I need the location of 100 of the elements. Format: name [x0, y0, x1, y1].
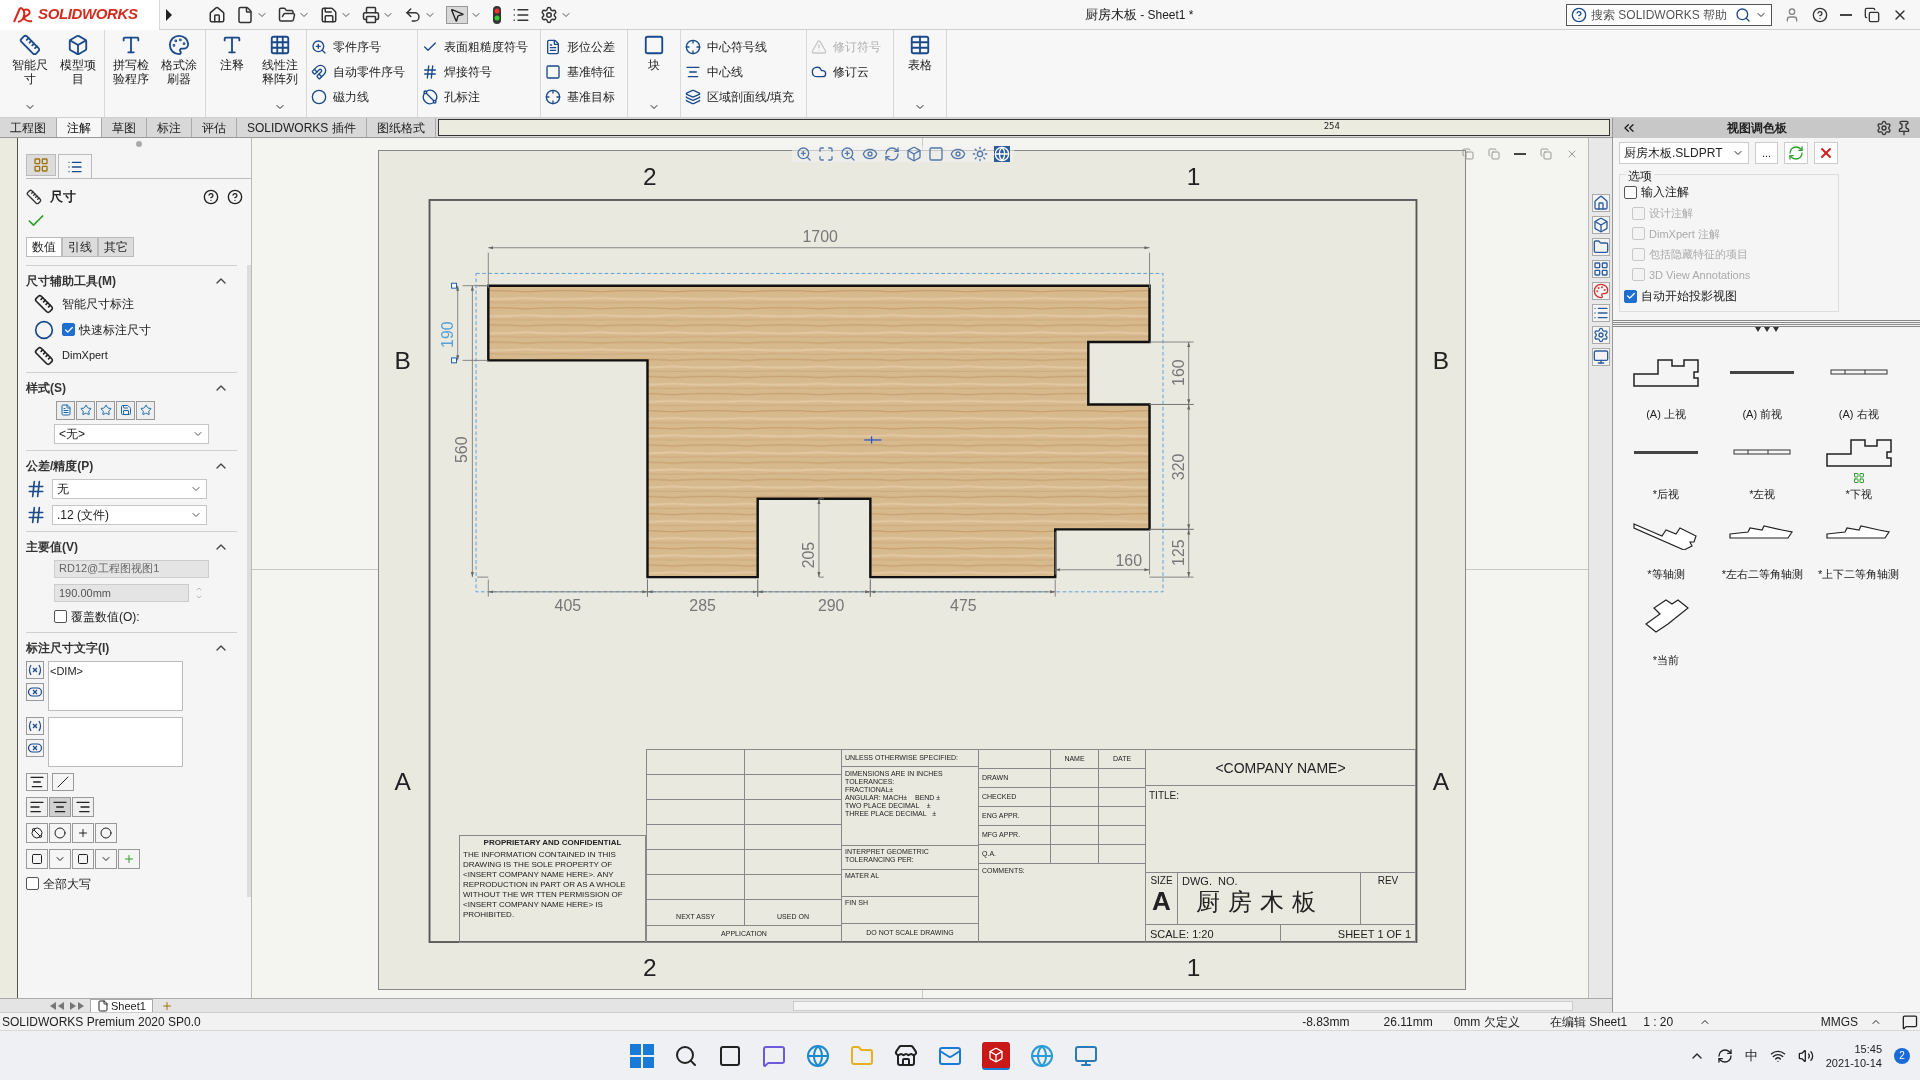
section-heading: 样式(S)	[26, 379, 66, 397]
view-label[interactable]: (A) 前视	[1742, 406, 1783, 422]
ribbon-button[interactable]: 中心符号线	[685, 36, 795, 57]
checkbox-label: 3D View Annotations	[1649, 267, 1751, 283]
dimension-value: 160	[1169, 359, 1187, 386]
units-status: MMGS	[1820, 1013, 1860, 1031]
proprietary-notice: THE INFORMATION CONTAINED IN THIS DRAWING IS THE SOLE PROPERTY OF <INSERT COMPANY NAME HERE>. ANY REPRODUCTION IN PART OR AS A WHOLE WITHOUT THE WR TTEN PERMISSION OF <INSERT COMPANY NAME HERE> IS PROHIBITED.	[463, 850, 627, 920]
checkbox-label: 输入注解	[1641, 184, 1689, 201]
z-coordinate: 0mm	[1452, 1013, 1481, 1031]
definition-status: 欠定义	[1483, 1013, 1522, 1031]
view-label[interactable]: *左右二等角轴测	[1721, 566, 1803, 582]
dimension-value: 475	[950, 597, 977, 615]
checkbox-label: 全部大写	[43, 875, 91, 893]
ribbon-button[interactable]: 零件序号	[311, 36, 405, 57]
dimension-value: 160	[1115, 552, 1142, 570]
ribbon-button[interactable]: 磁力线	[311, 86, 405, 107]
dimension-value: 190	[438, 321, 456, 348]
dimension-value: 320	[1169, 453, 1187, 481]
checkbox-label: 快速标注尺寸	[79, 321, 151, 339]
precision-dropdown[interactable]: .12 (文件)	[52, 504, 207, 525]
ribbon-button[interactable]: 模型项目	[56, 34, 100, 117]
dimension-text-field[interactable]: <DIM>	[48, 660, 183, 711]
ribbon-button[interactable]: 注释	[210, 34, 254, 117]
dimxpert-button[interactable]: DimXpert	[34, 345, 237, 366]
ribbon-button[interactable]: 智能尺寸	[8, 34, 52, 117]
ribbon-button[interactable]: 基准特征	[545, 61, 615, 82]
dimension-value: 405	[554, 597, 582, 615]
ribbon-button[interactable]: 块	[632, 34, 676, 117]
view-label[interactable]: *等轴测	[1647, 566, 1685, 582]
tolerance-dropdown[interactable]: 无	[52, 478, 207, 499]
input-method-indicator[interactable]: 中	[1744, 1045, 1758, 1066]
dimension-name-field[interactable]: RD12@工程图视图1	[54, 559, 209, 578]
ribbon-button[interactable]: 线性注释阵列	[258, 34, 302, 117]
x-coordinate: -8.83mm	[1301, 1013, 1350, 1031]
panel-title: 尺寸	[50, 188, 76, 206]
view-label[interactable]: (A) 上视	[1646, 406, 1686, 422]
smart-dimension-button[interactable]: 智能尺寸标注	[34, 293, 237, 314]
drawing-number: 厨房木板	[1195, 887, 1325, 917]
group-label: 选项	[1626, 167, 1654, 185]
zone-label: 1	[1186, 163, 1201, 191]
section-heading: 标注尺寸文字(I)	[26, 639, 110, 657]
ribbon-button[interactable]: 修订云	[811, 61, 882, 82]
status-text: SOLIDWORKS Premium 2020 SP0.0	[2, 1013, 202, 1031]
ribbon-button[interactable]: 区域剖面线/填充	[685, 86, 795, 107]
app-logo[interactable]: SOLIDWORKS	[0, 0, 160, 30]
panel-title: 视图调色板	[1725, 120, 1788, 137]
checkbox-label: DimXpert 注解	[1649, 226, 1720, 242]
ribbon-button[interactable]: 焊接符号	[422, 61, 528, 82]
zone-label: A	[1432, 768, 1450, 796]
title-block-cell: SHEET 1 OF 1	[1281, 925, 1416, 943]
dimension-value: 560	[453, 436, 471, 464]
zone-label: 2	[643, 954, 657, 982]
dimension-value: 125	[1169, 539, 1187, 566]
style-dropdown[interactable]: <无>	[54, 423, 209, 444]
ribbon-button[interactable]: 基准目标	[545, 86, 615, 107]
title-block-cell: TITLE:	[1146, 786, 1416, 873]
ribbon-button[interactable]: 格式涂刷器	[157, 34, 201, 117]
zone-label: B	[1432, 346, 1450, 374]
ribbon-button[interactable]: 表格	[898, 34, 943, 117]
size-label: SIZE	[1150, 875, 1173, 887]
checkbox-label: 包括隐藏特征的项目	[1649, 247, 1748, 262]
ruler-label: 254	[1323, 120, 1340, 133]
ribbon-button[interactable]: 孔标注	[422, 86, 528, 107]
ribbon-button[interactable]: 中心线	[685, 61, 795, 82]
dimension-value: 205	[800, 541, 817, 569]
sheet-tab[interactable]: Sheet1	[90, 998, 153, 1013]
clock-time[interactable]: 15:45	[1854, 1041, 1882, 1056]
dimension-value-field[interactable]: 190.00mm	[54, 583, 189, 602]
company-name: <COMPANY NAME>	[1146, 750, 1416, 786]
file-dropdown[interactable]: 厨房木板.SLDPRT	[1619, 142, 1749, 164]
checkbox-label: 设计注解	[1649, 206, 1693, 221]
title-block-cell: REV	[1361, 873, 1416, 925]
view-label[interactable]: *上下二等角轴测	[1818, 566, 1900, 582]
zone-label: B	[394, 346, 411, 374]
tab[interactable]: 引线	[62, 236, 98, 257]
window-title: 厨房木板 - Sheet1 *	[1084, 5, 1194, 24]
zone-label: A	[394, 768, 411, 796]
view-label[interactable]: *左视	[1749, 486, 1776, 502]
editing-status: 在编辑 Sheet1	[1548, 1013, 1629, 1031]
ribbon-button[interactable]: 自动零件序号	[311, 61, 405, 82]
y-coordinate: 26.11mm	[1382, 1013, 1433, 1031]
zone-label: 2	[643, 163, 657, 191]
notification-badge[interactable]: 2	[1894, 1047, 1910, 1064]
tab[interactable]: 注解	[57, 118, 102, 137]
clock-date[interactable]: 2021-10-14	[1825, 1055, 1882, 1070]
ribbon-button[interactable]: 形位公差	[545, 36, 615, 57]
dimension-value: 290	[817, 597, 845, 615]
view-label[interactable]: *下视	[1845, 486, 1872, 502]
dimension-value: 1700	[802, 227, 838, 245]
sheet-size: A	[1152, 887, 1171, 915]
dwg-no-label: DWG. NO.	[1182, 875, 1239, 887]
tab[interactable]: 其它	[98, 236, 134, 257]
ribbon-button[interactable]: 表面粗糙度符号	[422, 36, 528, 57]
view-label[interactable]: *后视	[1652, 486, 1680, 502]
help-search-field[interactable]: 搜索 SOLIDWORKS 帮助	[1566, 3, 1772, 26]
ribbon-button[interactable]: 拼写检验程序	[109, 34, 153, 117]
tab[interactable]: 数值	[26, 236, 62, 257]
browse-button[interactable]: ...	[1755, 142, 1778, 164]
view-label[interactable]: *当前	[1652, 652, 1680, 668]
view-label[interactable]: (A) 右视	[1838, 406, 1879, 422]
